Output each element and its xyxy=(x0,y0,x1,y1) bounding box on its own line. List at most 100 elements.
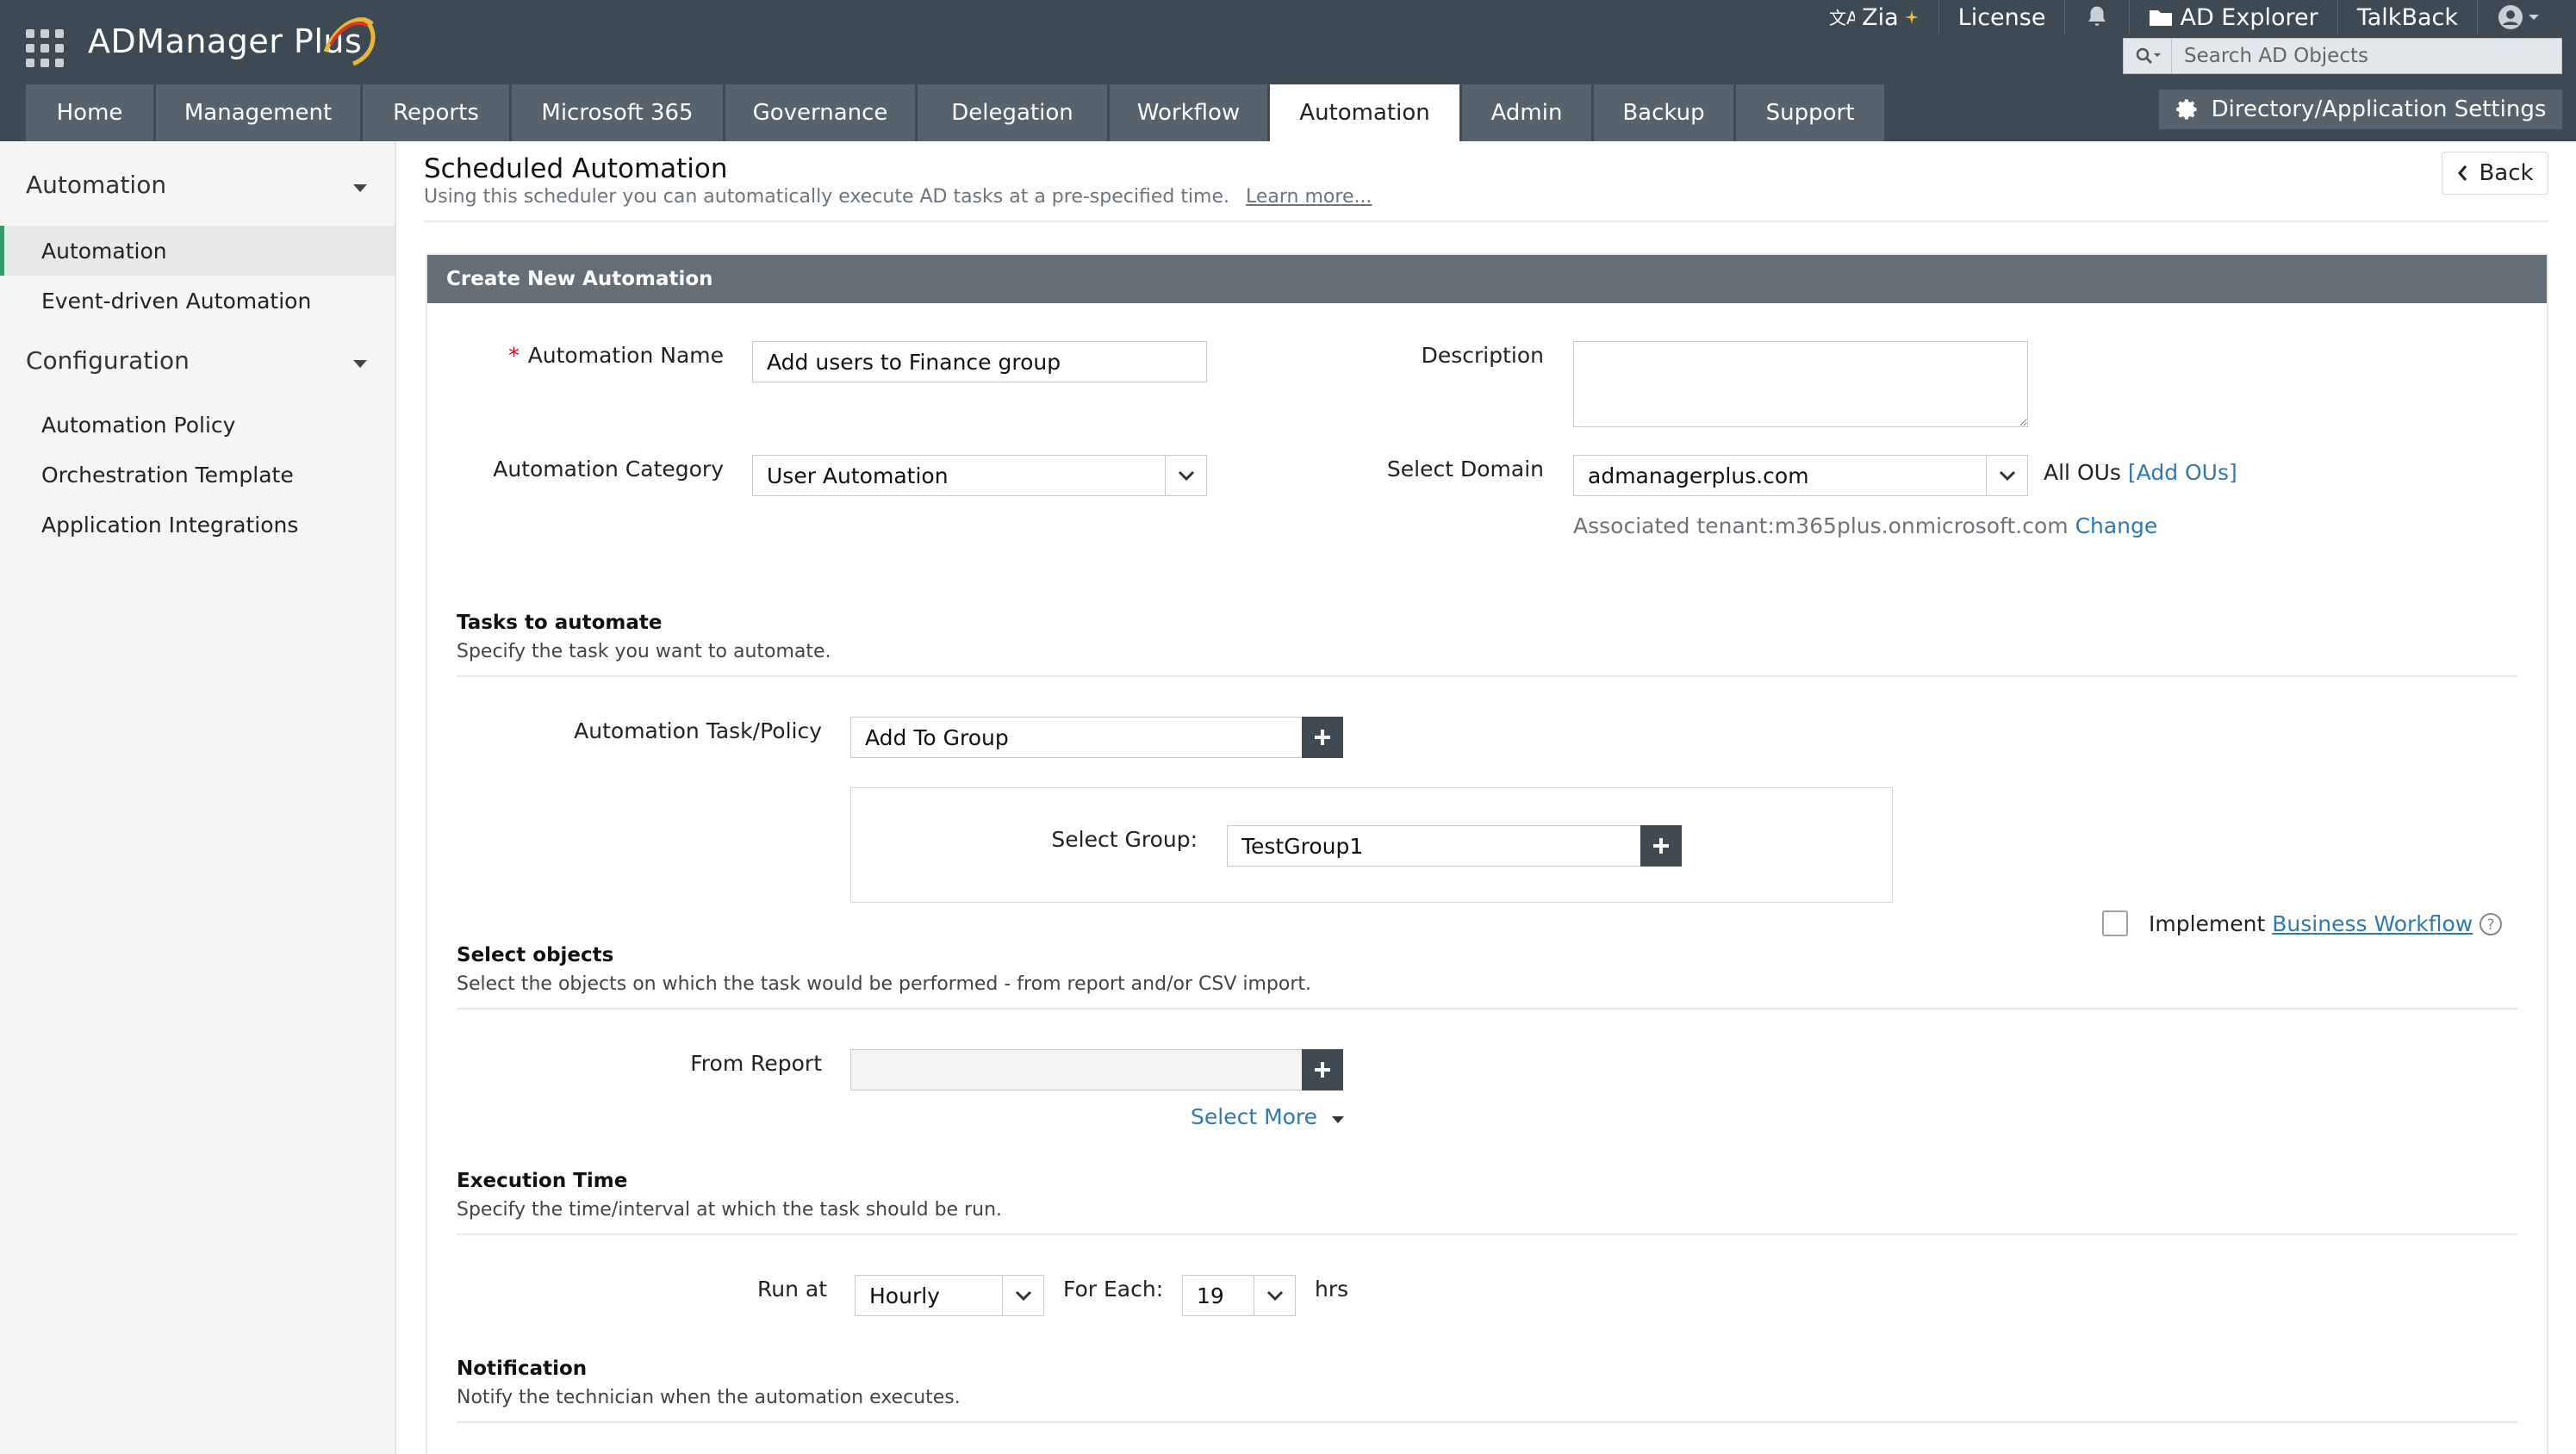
implement-workflow-label: Implement Business Workflow xyxy=(2149,911,2473,936)
caret-down-icon[interactable] xyxy=(353,360,367,368)
caret-down-icon[interactable] xyxy=(353,184,367,192)
for-each-value: 19 xyxy=(1197,1283,1224,1308)
tab-management[interactable]: Management xyxy=(156,84,360,141)
execution-section-title: Execution Time xyxy=(457,1170,628,1192)
tab-automation[interactable]: Automation xyxy=(1270,84,1459,141)
learn-more-link[interactable]: Learn more... xyxy=(1246,186,1372,208)
for-each-select[interactable]: 19 xyxy=(1182,1275,1296,1316)
user-menu[interactable] xyxy=(2478,0,2559,34)
add-task-button[interactable] xyxy=(1302,717,1343,758)
tab-backup[interactable]: Backup xyxy=(1594,84,1733,141)
add-group-button[interactable] xyxy=(1640,825,1682,867)
chevron-down-icon xyxy=(2529,15,2539,20)
tab-microsoft-365[interactable]: Microsoft 365 xyxy=(512,84,723,141)
sidebar-section-automation[interactable]: Automation xyxy=(26,171,166,199)
description-input[interactable] xyxy=(1573,341,2028,427)
sidebar-item-event-driven-automation[interactable]: Event-driven Automation xyxy=(0,276,395,326)
all-ous-label: All OUs xyxy=(2044,460,2121,485)
description-label: Description xyxy=(1421,343,1544,368)
zia-label: Zia xyxy=(1862,3,1899,31)
sidebar: Automation Automation Event-driven Autom… xyxy=(0,141,396,1454)
license-link[interactable]: License xyxy=(1939,0,2066,34)
add-ous-link[interactable]: [Add OUs] xyxy=(2128,460,2237,485)
select-group-field[interactable]: TestGroup1 xyxy=(1227,825,1642,867)
plus-icon xyxy=(1315,730,1330,745)
sparkle-icon xyxy=(1904,10,1919,24)
top-header: ADManager Plus 文A Zia License AD Explore… xyxy=(0,0,2576,141)
svg-text:?: ? xyxy=(2486,917,2494,934)
apps-grid-icon[interactable] xyxy=(26,29,64,67)
folder-icon xyxy=(2150,10,2173,26)
sidebar-item-automation-policy[interactable]: Automation Policy xyxy=(0,400,395,450)
notification-section-title: Notification xyxy=(457,1358,588,1380)
directory-settings-label: Directory/Application Settings xyxy=(2211,96,2547,122)
automation-category-value: User Automation xyxy=(767,463,949,488)
select-domain-label: Select Domain xyxy=(1386,457,1544,482)
help-icon[interactable]: ? xyxy=(2478,911,2504,937)
chevron-down-icon[interactable] xyxy=(1254,1276,1295,1315)
automation-task-label: Automation Task/Policy xyxy=(574,718,822,743)
sidebar-item-orchestration-template[interactable]: Orchestration Template xyxy=(0,450,395,500)
main-nav-tabs: Home Management Reports Microsoft 365 Go… xyxy=(26,84,1887,141)
page-subtitle-text: Using this scheduler you can automatical… xyxy=(424,186,1230,208)
chevron-down-icon[interactable] xyxy=(1002,1276,1043,1315)
tab-support[interactable]: Support xyxy=(1736,84,1884,141)
business-workflow-link[interactable]: Business Workflow xyxy=(2272,911,2473,936)
tab-admin[interactable]: Admin xyxy=(1462,84,1591,141)
tab-governance[interactable]: Governance xyxy=(725,84,915,141)
bell-icon xyxy=(2088,6,2106,26)
associated-tenant: Associated tenant:m365plus.onmicrosoft.c… xyxy=(1573,513,2157,538)
objects-section-title: Select objects xyxy=(457,944,614,966)
back-label: Back xyxy=(2479,160,2534,186)
automation-category-select[interactable]: User Automation xyxy=(752,455,1207,496)
zia-link[interactable]: 文A Zia xyxy=(1810,0,1939,34)
automation-name-label: * Automation Name xyxy=(508,343,724,368)
automation-task-field[interactable]: Add To Group xyxy=(850,717,1304,758)
ad-explorer-label: AD Explorer xyxy=(2180,3,2318,31)
search-box xyxy=(2123,38,2562,74)
notifications-bell[interactable] xyxy=(2065,0,2131,34)
tab-reports[interactable]: Reports xyxy=(363,84,509,141)
run-at-select[interactable]: Hourly xyxy=(855,1275,1044,1316)
talkback-link[interactable]: TalkBack xyxy=(2338,0,2478,34)
sidebar-item-automation[interactable]: Automation xyxy=(0,226,395,276)
select-group-label: Select Group: xyxy=(1051,827,1198,852)
objects-section-subtitle: Select the objects on which the task wou… xyxy=(457,973,1311,995)
page-subtitle: Using this scheduler you can automatical… xyxy=(424,186,1372,208)
run-at-label: Run at xyxy=(756,1277,827,1302)
ad-explorer-link[interactable]: AD Explorer xyxy=(2130,0,2338,34)
automation-name-input[interactable] xyxy=(752,341,1207,382)
domain-select[interactable]: admanagerplus.com xyxy=(1573,455,2028,496)
tab-home[interactable]: Home xyxy=(26,84,153,141)
sidebar-item-application-integrations[interactable]: Application Integrations xyxy=(0,500,395,550)
plus-icon xyxy=(1653,838,1669,854)
chevron-down-icon[interactable] xyxy=(1165,456,1206,495)
tasks-section-subtitle: Specify the task you want to automate. xyxy=(457,641,831,662)
top-links: 文A Zia License AD Explorer TalkBack xyxy=(1810,0,2559,34)
back-button[interactable]: Back xyxy=(2442,152,2548,195)
select-more-dropdown[interactable]: Select More xyxy=(1191,1104,1345,1129)
domain-value: admanagerplus.com xyxy=(1588,463,1809,488)
change-tenant-link[interactable]: Change xyxy=(2075,513,2158,538)
tab-delegation[interactable]: Delegation xyxy=(918,84,1107,141)
chevron-down-icon[interactable] xyxy=(1986,456,2027,495)
execution-section-subtitle: Specify the time/interval at which the t… xyxy=(457,1199,1003,1221)
sidebar-section-configuration[interactable]: Configuration xyxy=(26,346,190,375)
for-each-label: For Each: xyxy=(1063,1277,1164,1302)
page-title: Scheduled Automation xyxy=(424,153,728,184)
implement-label: Implement xyxy=(2149,911,2266,936)
run-at-value: Hourly xyxy=(869,1283,940,1308)
implement-workflow-checkbox[interactable] xyxy=(2102,910,2128,936)
add-report-button[interactable] xyxy=(1302,1049,1343,1090)
search-input[interactable] xyxy=(2172,45,2551,67)
tasks-section-title: Tasks to automate xyxy=(457,612,663,634)
search-icon[interactable] xyxy=(2124,39,2172,73)
select-more-label: Select More xyxy=(1191,1104,1318,1129)
from-report-field[interactable] xyxy=(850,1049,1304,1090)
caret-down-icon xyxy=(1332,1116,1344,1123)
tab-workflow[interactable]: Workflow xyxy=(1110,84,1267,141)
notification-section-subtitle: Notify the technician when the automatio… xyxy=(457,1387,961,1408)
select-group-value: TestGroup1 xyxy=(1241,833,1364,859)
logo-swoosh-icon xyxy=(323,16,376,66)
directory-settings-button[interactable]: Directory/Application Settings xyxy=(2159,90,2562,129)
